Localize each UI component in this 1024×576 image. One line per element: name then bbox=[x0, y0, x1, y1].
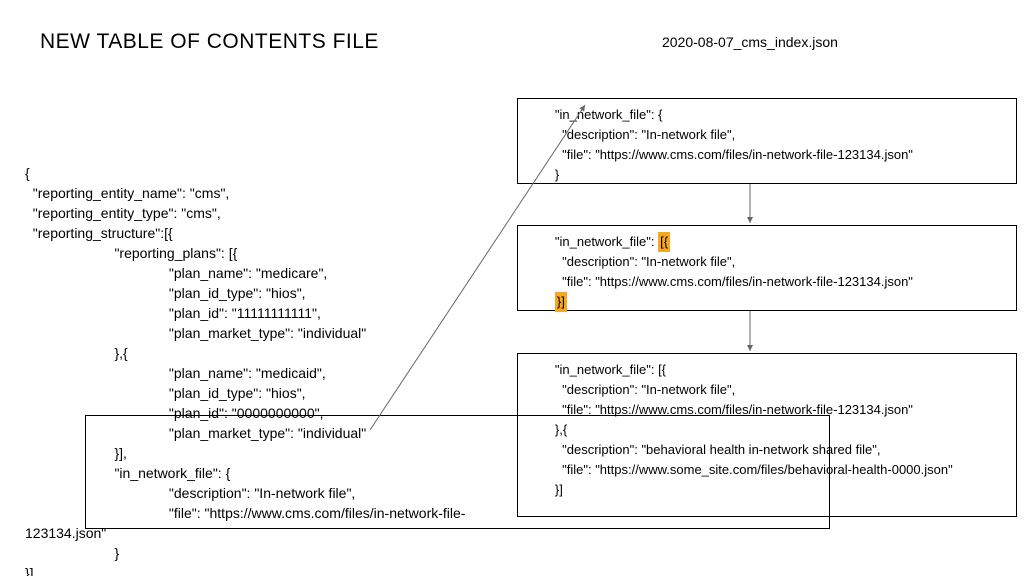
box-line: },{ bbox=[526, 422, 567, 437]
code-line: "plan_market_type": "individual" bbox=[25, 325, 366, 341]
code-line: { bbox=[25, 165, 30, 181]
box-line: "file": "https://www.cms.com/files/in-ne… bbox=[526, 274, 913, 289]
variant-box-single-object: "in_network_file": { "description": "In-… bbox=[517, 98, 1017, 184]
code-line: "plan_id_type": "hios", bbox=[25, 385, 306, 401]
code-line: "reporting_entity_type": "cms", bbox=[25, 205, 221, 221]
box-line: }] bbox=[526, 482, 563, 497]
diagram-page: NEW TABLE OF CONTENTS FILE 2020-08-07_cm… bbox=[0, 0, 1024, 576]
box-line: "description": "In-network file", bbox=[526, 127, 735, 142]
code-line: "plan_name": "medicaid", bbox=[25, 365, 326, 381]
code-line: "plan_id_type": "hios", bbox=[25, 285, 306, 301]
box-line: "description": "In-network file", bbox=[526, 254, 735, 269]
filename-label: 2020-08-07_cms_index.json bbox=[662, 34, 838, 50]
code-line: "plan_name": "medicare", bbox=[25, 265, 327, 281]
code-line: "reporting_entity_name": "cms", bbox=[25, 185, 229, 201]
code-line: },{ bbox=[25, 345, 128, 361]
variant-box-array-single: "in_network_file": [{ "description": "In… bbox=[517, 225, 1017, 311]
box-line: "in_network_file": [{ bbox=[526, 362, 666, 377]
code-line: "plan_id": "11111111111", bbox=[25, 305, 321, 321]
code-line: } bbox=[25, 545, 119, 561]
variant-box-array-multiple: "in_network_file": [{ "description": "In… bbox=[517, 353, 1017, 517]
code-line: "reporting_structure":[{ bbox=[25, 225, 173, 241]
highlight-open-bracket: [{ bbox=[658, 232, 670, 252]
box-line: } bbox=[526, 167, 559, 182]
box-line: "file": "https://www.cms.com/files/in-ne… bbox=[526, 402, 913, 417]
box-line: "file": "https://www.some_site.com/files… bbox=[526, 462, 953, 477]
box-line: "in_network_file": { bbox=[526, 107, 662, 122]
box-line: }] bbox=[526, 294, 567, 309]
code-line: }] bbox=[25, 565, 34, 576]
box-line: "in_network_file": [{ bbox=[526, 234, 670, 249]
code-line: "reporting_plans": [{ bbox=[25, 245, 237, 261]
box-line: "description": "behavioral health in-net… bbox=[526, 442, 880, 457]
box-line: "description": "In-network file", bbox=[526, 382, 735, 397]
page-title: NEW TABLE OF CONTENTS FILE bbox=[40, 30, 379, 54]
box-line: "file": "https://www.cms.com/files/in-ne… bbox=[526, 147, 913, 162]
highlight-close-bracket: }] bbox=[555, 292, 567, 312]
